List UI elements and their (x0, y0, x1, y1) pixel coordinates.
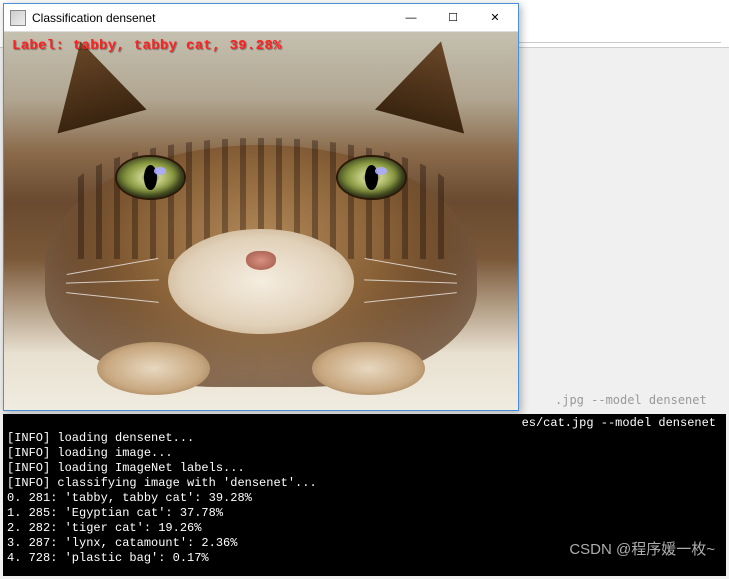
terminal-line: 2. 282: 'tiger cat': 19.26% (7, 521, 722, 536)
background-cmd-text: .jpg --model densenet (555, 393, 707, 407)
classified-image: Label: tabby, tabby cat, 39.28% (4, 32, 518, 410)
terminal-cmd-tail: es/cat.jpg --model densenet (7, 416, 722, 431)
terminal-line: 1. 285: 'Egyptian cat': 37.78% (7, 506, 722, 521)
background-separator (515, 42, 721, 43)
titlebar[interactable]: Classification densenet — ☐ ✕ (4, 4, 518, 32)
image-viewer-window: Classification densenet — ☐ ✕ Label: tab… (3, 3, 519, 411)
minimize-button[interactable]: — (390, 5, 432, 31)
cat-image-icon (4, 32, 518, 410)
terminal-line: [INFO] loading image... (7, 446, 722, 461)
terminal-line: [INFO] loading densenet... (7, 431, 722, 446)
maximize-button[interactable]: ☐ (432, 5, 474, 31)
watermark-text: CSDN @程序媛一枚~ (569, 538, 715, 559)
prediction-label-overlay: Label: tabby, tabby cat, 39.28% (12, 38, 282, 54)
terminal-line: [INFO] classifying image with 'densenet'… (7, 476, 722, 491)
app-icon (10, 10, 26, 26)
terminal-line: 0. 281: 'tabby, tabby cat': 39.28% (7, 491, 722, 506)
window-title: Classification densenet (32, 11, 390, 25)
close-button[interactable]: ✕ (474, 5, 516, 31)
terminal-line: [INFO] loading ImageNet labels... (7, 461, 722, 476)
